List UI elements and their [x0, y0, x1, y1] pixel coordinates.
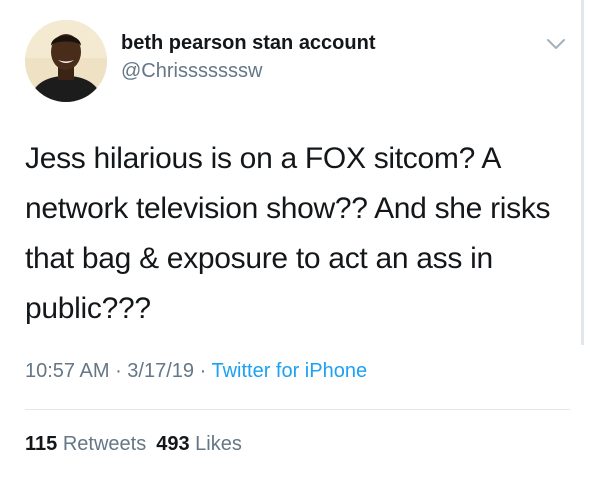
likes-stat[interactable]: 493 Likes	[156, 433, 242, 455]
retweets-count: 115	[25, 433, 58, 455]
divider	[25, 409, 570, 410]
tweet-timestamp-line: 10:57 AM · 3/17/19 · Twitter for iPhone	[25, 360, 367, 383]
chevron-down-icon[interactable]	[545, 36, 567, 52]
likes-label: Likes	[189, 433, 242, 455]
tweet-date[interactable]: 3/17/19	[127, 360, 194, 382]
meta-separator: ·	[194, 360, 212, 382]
tweet-time[interactable]: 10:57 AM	[25, 360, 110, 382]
tweet-source-link[interactable]: Twitter for iPhone	[211, 360, 367, 382]
meta-separator: ·	[109, 360, 128, 382]
likes-count: 493	[156, 433, 190, 455]
retweets-label: Retweets	[57, 433, 147, 455]
avatar-image	[25, 20, 107, 102]
tweet-card: beth pearson stan account @Chrisssssssw …	[0, 0, 590, 478]
retweets-stat[interactable]: 115 Retweets	[25, 433, 146, 455]
tweet-text: Jess hilarious is on a FOX sitcom? A net…	[25, 142, 551, 325]
display-name[interactable]: beth pearson stan account	[121, 32, 376, 55]
user-handle[interactable]: @Chrisssssssw	[121, 60, 262, 83]
scrollbar-track	[581, 0, 584, 345]
avatar[interactable]	[25, 20, 107, 102]
engagement-stats: 115 Retweets 493 Likes	[25, 433, 242, 456]
